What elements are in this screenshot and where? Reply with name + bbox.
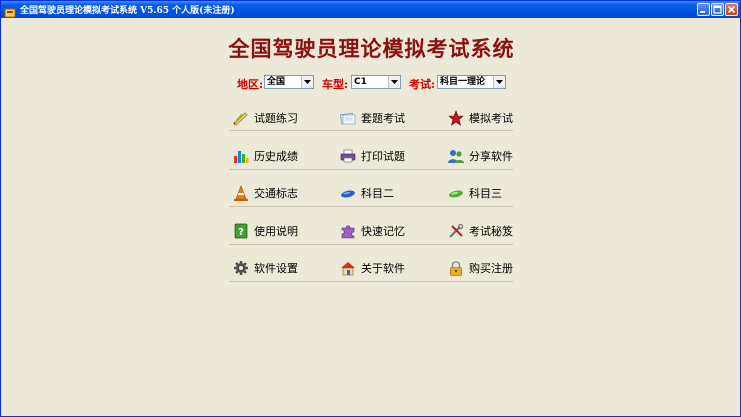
menu-set-exam[interactable]: 套题考试 [340, 108, 405, 128]
star-icon [448, 110, 464, 126]
users-icon [448, 148, 464, 164]
pencil-icon [233, 110, 249, 126]
app-icon [4, 4, 16, 17]
maximize-button[interactable] [711, 3, 724, 16]
menu-quick-memory[interactable]: 快速记忆 [340, 221, 405, 241]
blue-pill-icon [340, 185, 356, 201]
menu-share[interactable]: 分享软件 [448, 146, 513, 166]
menu-label: 历史成绩 [254, 150, 298, 163]
exam-label: 考试: [409, 78, 436, 91]
row-divider [229, 206, 513, 207]
menu-label: 使用说明 [254, 225, 298, 238]
vehicle-label: 车型: [322, 78, 349, 91]
tools-icon [448, 223, 464, 239]
menu-print[interactable]: 打印试题 [340, 146, 405, 166]
menu-instructions[interactable]: ? 使用说明 [233, 221, 298, 241]
menu-label: 科目二 [361, 187, 394, 200]
chevron-down-icon[interactable] [493, 76, 505, 88]
menu-label: 软件设置 [254, 262, 298, 275]
menu-label: 关于软件 [361, 262, 405, 275]
menu-label: 快速记忆 [361, 225, 405, 238]
menu-mock-exam[interactable]: 模拟考试 [448, 108, 513, 128]
exam-select[interactable]: 科目一理论 [437, 75, 506, 89]
menu-about[interactable]: 关于软件 [340, 258, 405, 278]
title-bar[interactable]: 全国驾驶员理论模拟考试系统 V5.65 个人版(未注册) [1, 1, 740, 18]
menu-label: 购买注册 [469, 262, 513, 275]
minimize-button[interactable] [697, 3, 710, 16]
region-select[interactable]: 全国 [264, 75, 314, 89]
main-title: 全国驾驶员理论模拟考试系统 [228, 36, 515, 61]
traffic-cone-icon [233, 185, 249, 201]
green-pill-icon [448, 185, 464, 201]
row-divider [229, 244, 513, 245]
menu-traffic-signs[interactable]: 交通标志 [233, 183, 298, 203]
menu-label: 科目三 [469, 187, 502, 200]
region-label: 地区: [237, 78, 264, 91]
menu-label: 交通标志 [254, 187, 298, 200]
region-value: 全国 [267, 77, 286, 87]
menu-exam-tips[interactable]: 考试秘笈 [448, 221, 513, 241]
menu-subject-three[interactable]: 科目三 [448, 183, 502, 203]
maximize-icon [713, 5, 722, 14]
menu-label: 考试秘笈 [469, 225, 513, 238]
minimize-icon [700, 11, 705, 13]
menu-settings[interactable]: 软件设置 [233, 258, 298, 278]
bar-chart-icon [233, 148, 249, 164]
selector-row: 地区: 全国 车型: C1 考试: 科目一理论 [1, 75, 741, 91]
exam-value: 科目一理论 [440, 77, 486, 87]
lock-icon [448, 260, 464, 276]
menu-label: 套题考试 [361, 112, 405, 125]
menu-label: 分享软件 [469, 150, 513, 163]
menu-label: 模拟考试 [469, 112, 513, 125]
printer-icon [340, 148, 356, 164]
close-button[interactable] [725, 3, 738, 16]
row-divider [229, 281, 513, 282]
chevron-down-icon[interactable] [301, 76, 313, 88]
menu-history[interactable]: 历史成绩 [233, 146, 298, 166]
close-icon [727, 5, 736, 14]
gear-icon [233, 260, 249, 276]
menu-label: 打印试题 [361, 150, 405, 163]
menu-label: 试题练习 [254, 112, 298, 125]
papers-icon [340, 110, 356, 126]
row-divider [229, 130, 513, 131]
svg-text:?: ? [238, 227, 244, 238]
chevron-down-icon[interactable] [388, 76, 400, 88]
puzzle-icon [340, 223, 356, 239]
row-divider [229, 169, 513, 170]
window-title: 全国驾驶员理论模拟考试系统 V5.65 个人版(未注册) [20, 6, 235, 16]
house-icon [340, 260, 356, 276]
menu-subject-two[interactable]: 科目二 [340, 183, 394, 203]
vehicle-value: C1 [354, 77, 367, 87]
app-window: 全国驾驶员理论模拟考试系统 V5.65 个人版(未注册) 全国驾驶员理论模拟考试… [0, 0, 741, 417]
help-book-icon: ? [233, 223, 249, 239]
menu-purchase[interactable]: 购买注册 [448, 258, 513, 278]
vehicle-select[interactable]: C1 [351, 75, 401, 89]
menu-practice[interactable]: 试题练习 [233, 108, 298, 128]
